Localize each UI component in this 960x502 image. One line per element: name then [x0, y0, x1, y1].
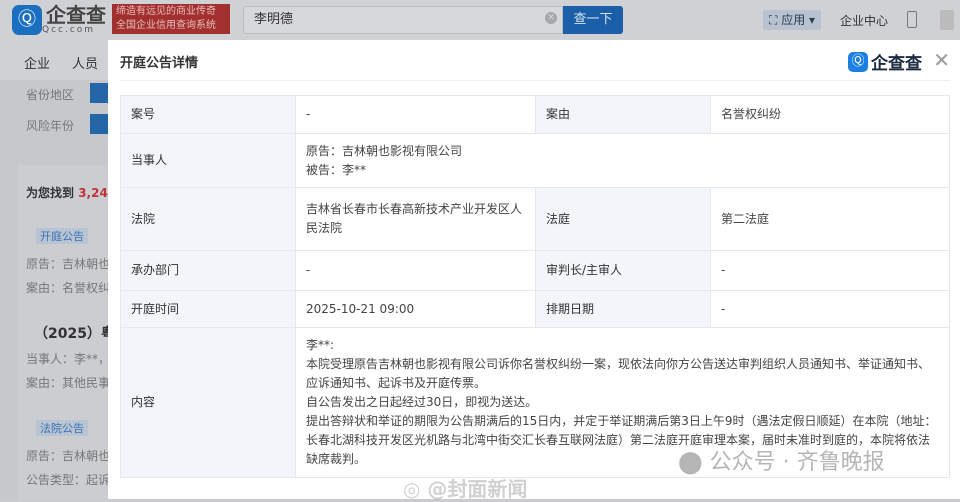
table-row: 案号 - 案由 名誉权纠纷 — [120, 95, 950, 134]
search-button[interactable]: 查一下 — [563, 6, 623, 34]
watermark-wechat: ⬤ 公众号 · 齐鲁晚报 — [678, 450, 885, 475]
watermark-text: @封面新闻 — [427, 477, 528, 501]
case-no-label: 案号 — [120, 95, 296, 134]
qcc-logo-icon: Ⓠ — [12, 5, 42, 35]
sidebar: 省份地区 风险年份 为您找到 3,24 开庭公告 原告：吉林朝也 案由：名誉权纠… — [0, 80, 115, 499]
slogan-banner: 缔造有远见的商业传奇 全国企业信用查询系统 — [112, 4, 230, 34]
filter-all-button[interactable] — [90, 114, 110, 134]
content-line: 本院受理原告吉林朝也影视有限公司诉你名誉权纠纷一案，现依法向你方公告送达审判组织… — [306, 357, 931, 390]
table-row: 开庭时间 2025-10-21 09:00 排期日期 - — [120, 290, 950, 328]
filter-all-button[interactable] — [90, 83, 110, 103]
more-icon[interactable] — [940, 10, 954, 30]
nav-item-enterprise[interactable]: 企业 — [24, 53, 50, 72]
court-value: 吉林省长春市长春高新技术产业开发区人民法院 — [295, 187, 536, 251]
watermark-text: 公众号 · 齐鲁晚报 — [709, 450, 885, 475]
clear-icon[interactable]: ✕ — [545, 12, 557, 24]
result-line: 原告：吉林朝也 — [26, 449, 111, 463]
divider — [120, 80, 950, 81]
filter-label: 省份地区 — [26, 88, 75, 102]
enterprise-center-link[interactable]: 企业中心 — [840, 12, 888, 29]
detail-table: 案号 - 案由 名誉权纠纷 当事人 原告：吉林朝也影视有限公司 被告：李** 法院… — [120, 95, 950, 478]
qcc-logo-icon: Ⓠ — [848, 51, 868, 72]
schedule-label: 排期日期 — [535, 290, 711, 328]
top-bar: Ⓠ 企查查 Qcc.com 缔造有远见的商业传奇 全国企业信用查询系统 李明德 ✕ … — [0, 0, 960, 40]
hearing-notice-modal: 开庭公告详情 Ⓠ 企查查 ✕ 案号 - 案由 名誉权纠纷 当事人 原告：吉林朝也影… — [108, 40, 960, 501]
modal-title: 开庭公告详情 — [120, 56, 199, 71]
cause-value: 名誉权纠纷 — [710, 95, 950, 134]
result-prefix: 为您找到 — [26, 186, 75, 200]
result-line: 案由：名誉权纠 — [26, 281, 111, 295]
judge-value: - — [710, 250, 950, 291]
plaintiff[interactable]: 原告：吉林朝也影视有限公司 — [306, 142, 939, 161]
modal-logo-text: 企查查 — [871, 54, 922, 74]
judge-label: 审判长/主审人 — [535, 250, 711, 291]
parties-value: 原告：吉林朝也影视有限公司 被告：李** — [295, 133, 950, 188]
result-count: 3,24 — [78, 186, 108, 200]
nav-bar: 企业 人员 — [0, 40, 108, 80]
slogan-line: 缔造有远见的商业传奇 — [116, 6, 216, 17]
close-icon[interactable]: ✕ — [933, 48, 950, 72]
result-tag: 法院公告 — [36, 420, 88, 436]
watermark-weibo: ◎ @封面新闻 — [403, 477, 528, 501]
dept-label: 承办部门 — [120, 250, 296, 291]
table-row: 承办部门 - 审判长/主审人 - — [120, 250, 950, 291]
parties-label: 当事人 — [120, 133, 296, 188]
slogan-line: 全国企业信用查询系统 — [116, 20, 216, 31]
cause-label: 案由 — [535, 95, 711, 134]
result-tag: 开庭公告 — [36, 228, 88, 244]
filter-label: 风险年份 — [26, 119, 75, 133]
content-line: 李**: — [306, 338, 335, 352]
result-title[interactable]: （2025）粤 — [34, 323, 115, 343]
table-row: 法院 吉林省长春市长春高新技术产业开发区人民法院 法庭 第二法庭 — [120, 187, 950, 251]
tribunal-value: 第二法庭 — [710, 187, 950, 251]
case-no-value: - — [295, 95, 536, 134]
logo-text: 企查查 — [46, 3, 106, 27]
nav-item-person[interactable]: 人员 — [72, 53, 98, 72]
dept-value: - — [295, 250, 536, 291]
search-input[interactable]: 李明德 — [243, 6, 563, 34]
court-label: 法院 — [120, 187, 296, 251]
app-menu-button[interactable]: ⛶ 应用 ▾ — [763, 10, 822, 30]
result-line: 公告类型：起诉 — [26, 473, 111, 487]
defendant: 被告：李** — [306, 162, 367, 177]
content-line: 自公告发出之日起经过30日，即视为送达。 — [306, 395, 538, 409]
tribunal-label: 法庭 — [535, 187, 711, 251]
result-line: 原告：吉林朝也 — [26, 257, 111, 271]
result-line: 案由：其他民事 — [26, 376, 111, 390]
content-label: 内容 — [120, 327, 296, 478]
time-label: 开庭时间 — [120, 290, 296, 328]
schedule-value: - — [710, 290, 950, 328]
table-row: 当事人 原告：吉林朝也影视有限公司 被告：李** — [120, 133, 950, 188]
phone-icon[interactable] — [907, 11, 917, 28]
modal-logo: Ⓠ 企查查 — [848, 49, 922, 74]
time-value: 2025-10-21 09:00 — [295, 290, 536, 328]
qcc-logo[interactable]: Ⓠ 企查查 Qcc.com — [12, 5, 106, 35]
result-line: 当事人：李**， — [26, 352, 111, 366]
app-label: 应用 — [781, 13, 806, 27]
